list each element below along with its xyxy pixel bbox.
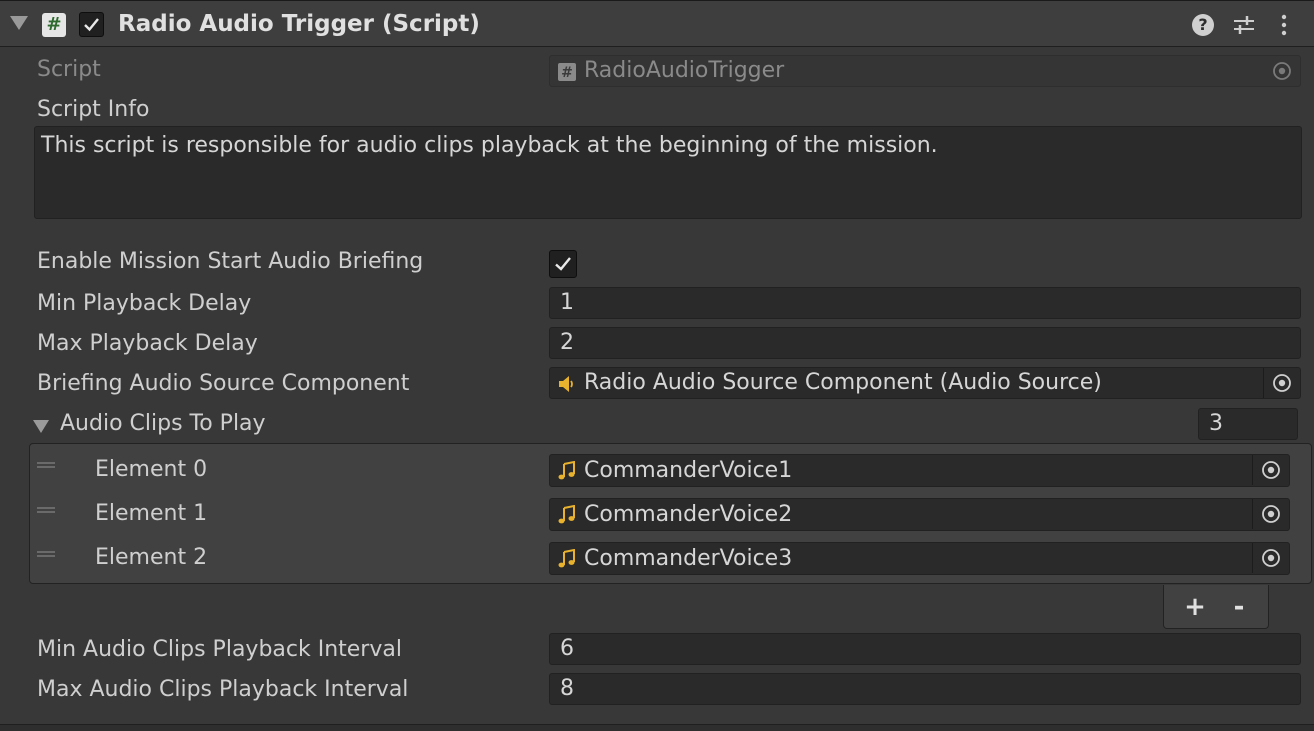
checkmark-icon [555,257,571,271]
audio-source-field[interactable]: Radio Audio Source Component (Audio Sour… [549,367,1301,399]
remove-element-button[interactable]: - [1224,593,1254,623]
audio-source-label: Briefing Audio Source Component [37,371,410,396]
list-item-label: Element 0 [95,457,208,482]
list-item-label: Element 1 [95,501,208,526]
music-note-icon [558,549,575,568]
list-collapse-arrow-icon[interactable] [33,420,49,433]
kebab-menu-icon[interactable] [1272,13,1296,37]
component-title: Radio Audio Trigger (Script) [118,11,480,37]
script-file-icon: # [558,63,576,81]
component-enabled-checkbox[interactable] [79,12,104,37]
list-item-value: CommanderVoice3 [584,546,793,571]
enable-briefing-label: Enable Mission Start Audio Briefing [37,249,424,274]
object-picker-icon[interactable] [1252,543,1289,573]
min-delay-input[interactable]: 1 [549,287,1301,319]
audio-source-value: Radio Audio Source Component (Audio Sour… [584,370,1102,395]
drag-handle-icon[interactable] [37,462,55,468]
checkmark-icon [84,18,99,32]
drag-handle-icon[interactable] [37,507,55,513]
script-label: Script [37,57,101,82]
list-item-label: Element 2 [95,545,208,570]
max-interval-label: Max Audio Clips Playback Interval [37,677,409,702]
music-note-icon [558,461,575,480]
script-icon: # [42,13,66,37]
object-picker-icon [1264,56,1300,86]
script-field: # RadioAudioTrigger [549,55,1301,87]
list-item-field[interactable]: CommanderVoice3 [549,542,1290,575]
component-header: # Radio Audio Trigger (Script) ? [0,0,1314,47]
add-element-button[interactable]: + [1180,593,1210,623]
max-delay-input[interactable]: 2 [549,327,1301,359]
collapse-arrow-icon[interactable] [10,16,28,30]
max-delay-label: Max Playback Delay [37,331,258,356]
min-interval-label: Min Audio Clips Playback Interval [37,637,402,662]
list-item-value: CommanderVoice2 [584,502,793,527]
object-picker-icon[interactable] [1252,499,1289,529]
help-icon[interactable]: ? [1192,14,1214,36]
script-info-textarea[interactable]: This script is responsible for audio cli… [34,126,1302,219]
svg-text:#: # [561,65,573,81]
script-info-label: Script Info [37,97,150,122]
max-interval-input[interactable]: 8 [549,673,1301,705]
min-interval-input[interactable]: 6 [549,633,1301,665]
enable-briefing-checkbox[interactable] [549,250,577,278]
speaker-icon [559,376,573,392]
drag-handle-icon[interactable] [37,551,55,557]
list-item-value: CommanderVoice1 [584,458,793,483]
list-item-field[interactable]: CommanderVoice2 [549,498,1290,531]
list-item-field[interactable]: CommanderVoice1 [549,454,1290,487]
script-field-value: RadioAudioTrigger [584,58,785,83]
presets-icon[interactable] [1232,13,1256,37]
audio-clips-label: Audio Clips To Play [60,411,266,436]
list-size-input[interactable]: 3 [1198,408,1298,440]
object-picker-icon[interactable] [1263,368,1300,398]
list-add-remove-footer: + - [1163,585,1269,629]
min-delay-label: Min Playback Delay [37,291,252,316]
object-picker-icon[interactable] [1252,455,1289,485]
music-note-icon [558,505,575,524]
